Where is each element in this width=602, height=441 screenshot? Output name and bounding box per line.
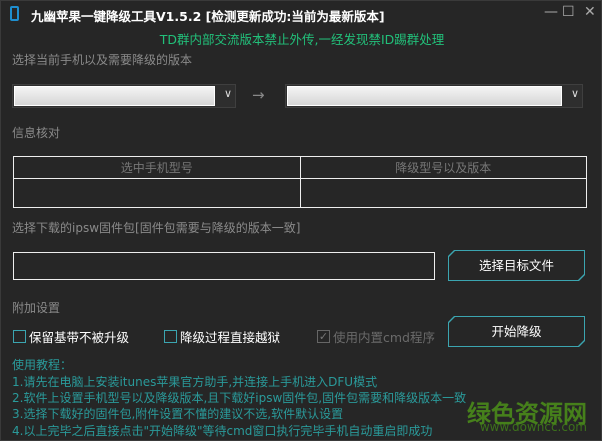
phone-app-icon xyxy=(10,6,19,21)
select-file-button[interactable]: 选择目标文件 xyxy=(449,251,584,280)
value-downgrade-version xyxy=(299,178,587,208)
info-section-label: 信息核对 xyxy=(12,126,61,140)
info-table: 选中手机型号 降级型号以及版本 xyxy=(13,156,587,208)
chevron-down-icon[interactable]: ∨ xyxy=(224,87,232,100)
header-downgrade-version: 降级型号以及版本 xyxy=(299,156,587,179)
watermark-url: www.downcc.com xyxy=(479,420,587,434)
target-version-field[interactable] xyxy=(287,86,562,106)
checkbox-box[interactable] xyxy=(164,330,177,343)
header-phone-model: 选中手机型号 xyxy=(13,156,301,179)
builtin-cmd-checkbox[interactable]: ✓ 使用内置cmd程序 xyxy=(317,327,435,346)
jailbreak-checkbox[interactable]: 降级过程直接越狱 xyxy=(164,327,280,346)
ipsw-section-label: 选择下载的ipsw固件包[固件包需要与降级的版本一致] xyxy=(12,221,301,235)
check-icon[interactable]: ✓ xyxy=(317,330,330,343)
extra-section-label: 附加设置 xyxy=(12,301,61,315)
chevron-down-icon[interactable]: ∨ xyxy=(571,87,579,100)
checkbox-label: 使用内置cmd程序 xyxy=(333,330,435,345)
checkbox-box[interactable] xyxy=(13,330,26,343)
arrow-right-icon: → xyxy=(252,86,265,104)
tutorial-step: 1.请先在电脑上安装itunes苹果官方助手,并连接上手机进入DFU模式 xyxy=(12,375,378,389)
checkbox-label: 保留基带不被升级 xyxy=(29,330,130,345)
tutorial-step: 4.以上完毕之后直接点击"开始降级"等待cmd窗口执行完毕手机自动重启即成功 xyxy=(12,424,433,438)
tutorial-step: 2.软件上设置手机型号以及降级版本,且下载好ipsw固件包,固件包需要和降级版本… xyxy=(12,391,467,405)
checkbox-label: 降级过程直接越狱 xyxy=(180,330,281,345)
minimize-button[interactable]: — xyxy=(544,4,558,20)
select-file-button-frame[interactable]: 选择目标文件 xyxy=(448,250,585,281)
close-button[interactable]: ✕ xyxy=(584,4,596,20)
start-button-frame[interactable]: 开始降级 xyxy=(448,316,585,347)
start-downgrade-button[interactable]: 开始降级 xyxy=(449,317,584,346)
value-phone-model xyxy=(13,178,301,208)
window-title: 九幽苹果一键降级工具V1.5.2 [检测更新成功:当前为最新版本] xyxy=(31,9,385,24)
target-version-dropdown[interactable]: ∨ xyxy=(285,84,583,108)
maximize-button[interactable]: ☐ xyxy=(562,4,575,20)
tutorial-step: 3.选择下载好的固件包,附件设置不懂的建议不选,软件默认设置 xyxy=(12,407,344,421)
current-version-field[interactable] xyxy=(14,86,215,106)
notice-text: TD群内部交流版本禁止外传,一经发现禁ID踢群处理 xyxy=(159,32,445,47)
current-version-dropdown[interactable]: ∨ xyxy=(12,84,236,108)
tutorial-title: 使用教程： xyxy=(12,358,73,372)
ipsw-path-input[interactable] xyxy=(13,252,435,280)
keep-baseband-checkbox[interactable]: 保留基带不被升级 xyxy=(13,327,129,346)
version-section-label: 选择当前手机以及需要降级的版本 xyxy=(12,53,193,67)
